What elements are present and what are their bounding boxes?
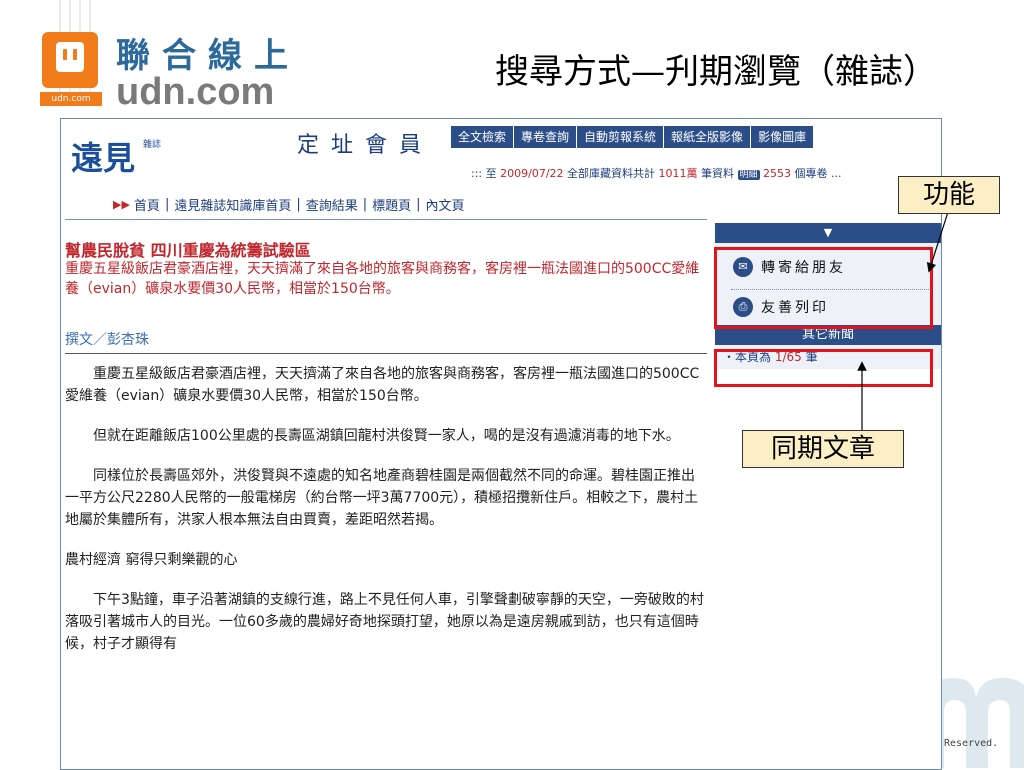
nav-auto-clipping[interactable]: 自動剪報系統	[577, 126, 665, 148]
article-paragraph: 重慶五星級飯店君豪酒店裡，天天擠滿了來自各地的旅客與商務客，客房裡一瓶法國進口的…	[65, 366, 700, 404]
divider	[65, 219, 707, 220]
udn-logo: udn.com 聯合線上 udn.com	[40, 20, 310, 118]
slide-title: 搜尋方式—刋期瀏覽（雜誌）	[495, 52, 937, 92]
double-arrow-icon: ▶▶	[113, 198, 130, 211]
same-issue-callout: 同期文章	[742, 430, 904, 468]
breadcrumb-content-page[interactable]: 內文頁	[426, 195, 465, 214]
article-author: 撰文／彭杏珠	[65, 332, 149, 348]
top-navigation: 全文檢索 專卷查詢 自動剪報系統 報紙全版影像 影像圖庫	[451, 126, 815, 148]
article-lead: 重慶五星級飯店君豪酒店裡，天天擠滿了來自各地的旅客與商務客，客房裡一瓶法國進口的…	[65, 261, 700, 297]
breadcrumb: ▶▶ 首頁 | 遠見雜誌知識庫首頁 | 查詢結果 | 標題頁 | 內文頁	[113, 195, 465, 214]
magazine-brand-sub: 雜誌	[143, 140, 162, 150]
article-headline: 幫農民脫貧 四川重慶為統籌試驗區	[65, 241, 311, 260]
logo-tag: udn.com	[40, 92, 102, 106]
article-paragraph: 下午3點鐘，車子沿著湖鎮的支線行進，路上不見任何人車，引擎聲劃破寧靜的天空，一旁…	[65, 592, 704, 652]
nav-image-library[interactable]: 影像圖庫	[751, 126, 815, 148]
member-title: 定址會員	[297, 133, 434, 158]
nav-topic-search[interactable]: 專卷查詢	[514, 126, 578, 148]
magazine-brand[interactable]: 遠見	[71, 133, 135, 179]
breadcrumb-kb-home[interactable]: 遠見雜誌知識庫首頁	[174, 195, 291, 214]
breadcrumb-results[interactable]: 查詢結果	[306, 195, 358, 214]
logo-english-name: udn.com	[116, 71, 275, 113]
function-highlight-box	[714, 247, 933, 329]
logo-chinese-name: 聯合線上	[116, 36, 300, 76]
article-body: 重慶五星級飯店君豪酒店裡，天天擠滿了來自各地的旅客與商務客，客房裡一瓶法國進口的…	[65, 363, 705, 673]
same-issue-highlight-box	[714, 349, 933, 387]
divider	[65, 353, 707, 354]
breadcrumb-home[interactable]: 首頁	[134, 195, 160, 214]
breadcrumb-title-page[interactable]: 標題頁	[372, 195, 411, 214]
footer-text: Reserved.	[944, 738, 999, 749]
article-subheading: 農村經濟 窮得只剩樂觀的心	[65, 552, 238, 568]
plug-icon	[42, 32, 98, 88]
nav-newspaper-image[interactable]: 報紙全版影像	[664, 126, 752, 148]
article-paragraph: 但就在距離飯店100公里處的長壽區湖鎮回龍村洪俊賢一家人，喝的是沒有過濾消毒的地…	[93, 428, 680, 444]
article-paragraph: 同樣位於長壽區郊外，洪俊賢與不遠處的知名地產商碧桂園是兩個截然不同的命運。碧桂園…	[65, 468, 699, 528]
nav-fulltext-search[interactable]: 全文檢索	[451, 126, 515, 148]
detail-badge[interactable]: 明細	[737, 170, 760, 180]
function-callout: 功能	[898, 176, 1000, 214]
collapse-arrow-icon[interactable]: ▼	[715, 223, 941, 243]
database-info: ::: 至 2009/07/22 全部庫藏資料共計 1011萬 筆資料 明細 2…	[471, 167, 842, 180]
